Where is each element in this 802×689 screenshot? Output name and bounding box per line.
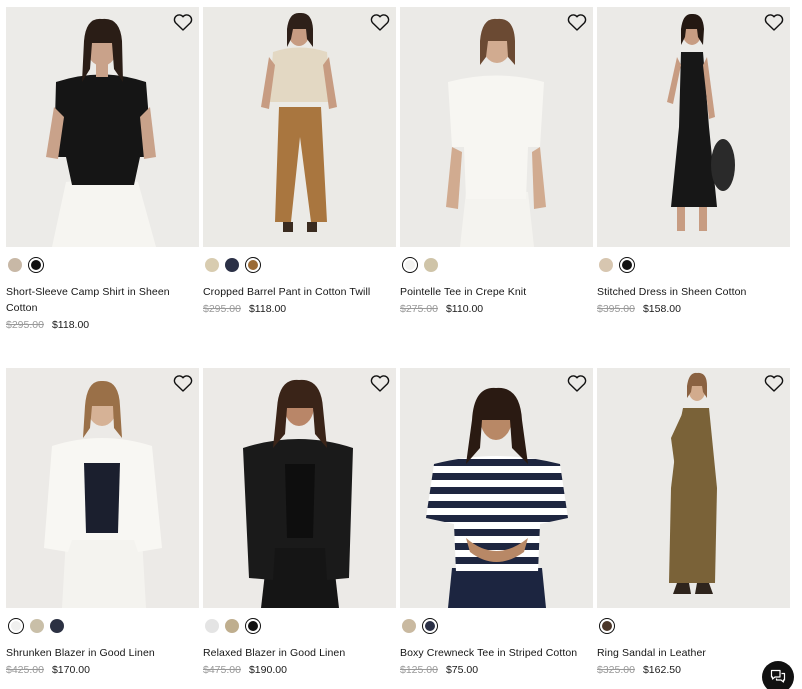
price: $425.00 $170.00 <box>6 663 90 677</box>
product-image[interactable] <box>6 7 199 247</box>
color-swatch[interactable] <box>245 618 261 634</box>
model-photo <box>400 7 593 247</box>
product-card[interactable]: Stitched Dress in Sheen Cotton $395.00 $1… <box>597 7 790 347</box>
heart-icon[interactable] <box>370 13 390 32</box>
sale-price: $190.00 <box>248 664 287 676</box>
color-swatch[interactable] <box>50 619 64 633</box>
color-swatch[interactable] <box>8 258 22 272</box>
color-swatches <box>402 257 438 273</box>
product-name[interactable]: Ring Sandal in Leather <box>597 645 787 661</box>
product-row: Short-Sleeve Camp Shirt in Sheen Cotton … <box>6 7 790 347</box>
color-swatches <box>8 257 44 273</box>
model-photo <box>6 7 199 247</box>
color-swatches <box>599 257 635 273</box>
color-swatch[interactable] <box>422 618 438 634</box>
color-swatch[interactable] <box>205 619 219 633</box>
heart-icon[interactable] <box>173 13 193 32</box>
heart-icon[interactable] <box>567 374 587 393</box>
color-swatch[interactable] <box>205 258 219 272</box>
product-card[interactable]: Relaxed Blazer in Good Linen $475.00 $190… <box>203 368 396 689</box>
product-name[interactable]: Cropped Barrel Pant in Cotton Twill <box>203 284 393 300</box>
original-price: $325.00 <box>597 664 635 676</box>
model-photo <box>6 368 199 608</box>
model-photo <box>203 368 396 608</box>
color-swatches <box>8 618 64 634</box>
color-swatches <box>402 618 438 634</box>
color-swatch[interactable] <box>424 258 438 272</box>
product-image[interactable] <box>400 368 593 608</box>
original-price: $395.00 <box>597 303 635 315</box>
color-swatch[interactable] <box>599 258 613 272</box>
product-card[interactable]: Pointelle Tee in Crepe Knit $275.00 $110.… <box>400 7 593 347</box>
price: $325.00 $162.50 <box>597 663 681 677</box>
product-name[interactable]: Shrunken Blazer in Good Linen <box>6 645 196 661</box>
chat-button[interactable] <box>762 661 794 689</box>
model-photo <box>400 368 593 608</box>
price: $475.00 $190.00 <box>203 663 287 677</box>
sale-price: $75.00 <box>445 664 479 676</box>
heart-icon[interactable] <box>764 13 784 32</box>
product-image[interactable] <box>203 7 396 247</box>
color-swatch[interactable] <box>30 619 44 633</box>
price: $125.00 $75.00 <box>400 663 478 677</box>
color-swatches <box>205 618 261 634</box>
product-card[interactable]: Short-Sleeve Camp Shirt in Sheen Cotton … <box>6 7 199 347</box>
color-swatch[interactable] <box>402 257 418 273</box>
sale-price: $118.00 <box>51 319 90 331</box>
product-name[interactable]: Stitched Dress in Sheen Cotton <box>597 284 787 300</box>
sale-price: $162.50 <box>642 664 681 676</box>
product-name[interactable]: Relaxed Blazer in Good Linen <box>203 645 393 661</box>
color-swatch[interactable] <box>28 257 44 273</box>
product-image[interactable] <box>597 368 790 608</box>
price: $295.00 $118.00 <box>6 318 89 332</box>
heart-icon[interactable] <box>370 374 390 393</box>
sale-price: $118.00 <box>248 303 287 315</box>
heart-icon[interactable] <box>764 374 784 393</box>
color-swatch[interactable] <box>599 618 615 634</box>
color-swatch[interactable] <box>8 618 24 634</box>
product-card[interactable]: Ring Sandal in Leather $325.00 $162.50 <box>597 368 790 689</box>
product-image[interactable] <box>6 368 199 608</box>
product-image[interactable] <box>203 368 396 608</box>
original-price: $475.00 <box>203 664 241 676</box>
sale-price: $170.00 <box>51 664 90 676</box>
original-price: $425.00 <box>6 664 44 676</box>
product-card[interactable]: Boxy Crewneck Tee in Striped Cotton $125… <box>400 368 593 689</box>
color-swatches <box>205 257 261 273</box>
color-swatch[interactable] <box>225 258 239 272</box>
price: $295.00 $118.00 <box>203 302 286 316</box>
product-row: Shrunken Blazer in Good Linen $425.00 $17… <box>6 368 790 689</box>
price: $395.00 $158.00 <box>597 302 681 316</box>
original-price: $295.00 <box>203 303 241 315</box>
product-image[interactable] <box>400 7 593 247</box>
original-price: $275.00 <box>400 303 438 315</box>
color-swatch[interactable] <box>619 257 635 273</box>
chat-icon <box>770 669 786 683</box>
color-swatch[interactable] <box>402 619 416 633</box>
color-swatch[interactable] <box>225 619 239 633</box>
color-swatches <box>599 618 615 634</box>
price: $275.00 $110.00 <box>400 302 483 316</box>
heart-icon[interactable] <box>567 13 587 32</box>
model-photo <box>597 7 790 247</box>
product-name[interactable]: Boxy Crewneck Tee in Striped Cotton <box>400 645 590 661</box>
sale-price: $110.00 <box>445 303 484 315</box>
product-name[interactable]: Short-Sleeve Camp Shirt in Sheen Cotton <box>6 284 196 316</box>
product-image[interactable] <box>597 7 790 247</box>
color-swatch[interactable] <box>245 257 261 273</box>
product-card[interactable]: Cropped Barrel Pant in Cotton Twill $295… <box>203 7 396 347</box>
product-name[interactable]: Pointelle Tee in Crepe Knit <box>400 284 590 300</box>
sale-price: $158.00 <box>642 303 681 315</box>
model-photo <box>597 368 790 608</box>
original-price: $125.00 <box>400 664 438 676</box>
original-price: $295.00 <box>6 319 44 331</box>
model-photo <box>203 7 396 247</box>
product-card[interactable]: Shrunken Blazer in Good Linen $425.00 $17… <box>6 368 199 689</box>
heart-icon[interactable] <box>173 374 193 393</box>
